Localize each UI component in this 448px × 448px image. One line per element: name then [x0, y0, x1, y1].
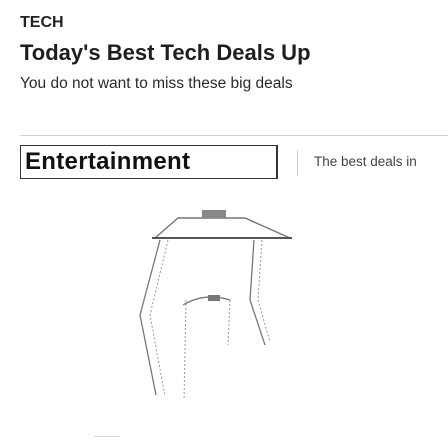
section-divider: [20, 135, 448, 136]
related-teaser-link[interactable]: The best deals in: [314, 154, 417, 169]
vertical-separator: [297, 150, 298, 176]
entertainment-tag[interactable]: Entertainment: [20, 145, 278, 179]
article-headline[interactable]: Today's Best Tech Deals Up: [20, 40, 311, 66]
chair-illustration-icon: [139, 210, 292, 401]
bottom-rule: [94, 436, 120, 437]
entertainment-tag-label: Entertainment: [25, 148, 191, 175]
article-subheadline: You do not want to miss these big deals: [20, 75, 293, 92]
article-category[interactable]: TECH: [20, 14, 64, 32]
